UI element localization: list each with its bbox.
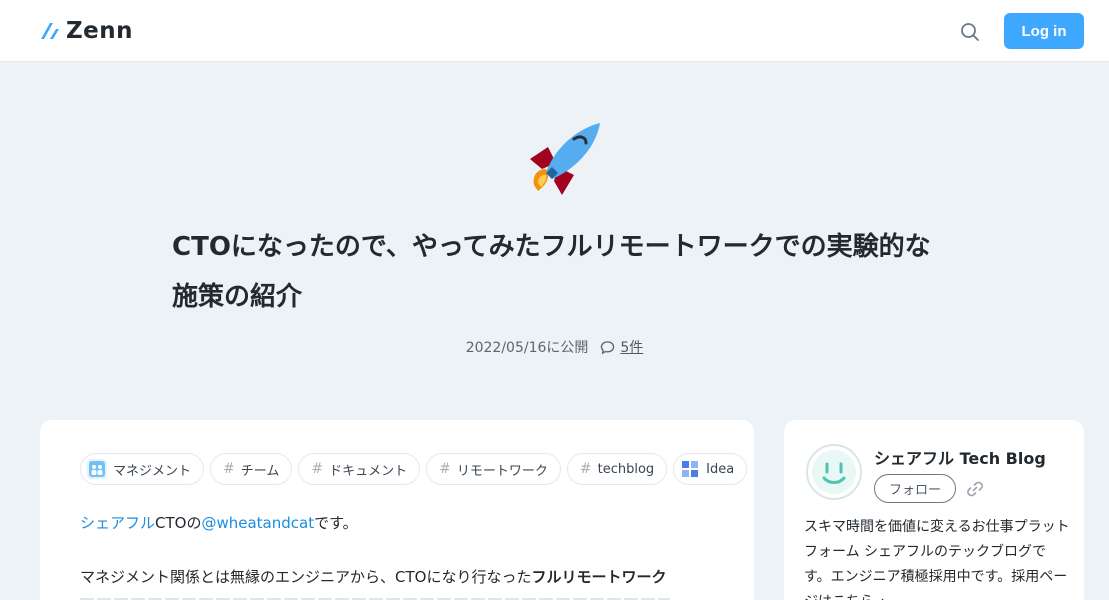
publication-avatar[interactable] xyxy=(806,444,862,500)
article-paragraph: マネジメント関係とは無縁のエンジニアから、CTOになり行なったフルリモートワーク xyxy=(80,566,720,588)
hash-icon: # xyxy=(579,461,592,477)
topic-list: マネジメント # チーム # ドキュメント # リモートワーク # techbl… xyxy=(80,453,748,485)
topic-remote-work[interactable]: # リモートワーク xyxy=(426,453,561,485)
topic-document[interactable]: # ドキュメント xyxy=(298,453,421,485)
topic-label: techblog xyxy=(597,461,655,477)
published-date: 2022/05/16に公開 xyxy=(465,340,589,356)
company-link[interactable]: シェアフル xyxy=(80,514,155,532)
paragraph-bold: フルリモートワーク xyxy=(531,568,667,586)
comments-link[interactable]: 5件 xyxy=(620,337,643,357)
paragraph-continuation xyxy=(80,592,720,600)
search-button[interactable] xyxy=(958,20,982,44)
intro-suffix: です。 xyxy=(314,514,358,532)
topic-label: チーム xyxy=(240,463,280,479)
topic-idea[interactable]: Idea xyxy=(673,453,748,485)
logo-text: Zenn xyxy=(66,18,134,44)
topic-team[interactable]: # チーム xyxy=(210,453,293,485)
management-topic-icon xyxy=(87,459,107,479)
site-header: Zenn Log in xyxy=(0,0,1109,62)
topic-label: リモートワーク xyxy=(456,463,548,479)
idea-topic-icon xyxy=(680,459,700,479)
publication-name[interactable]: シェアフル Tech Blog xyxy=(874,445,1046,469)
zenn-logo[interactable]: Zenn xyxy=(40,18,134,44)
rocket-emoji-icon xyxy=(524,121,602,199)
article-title: CTOになったので、やってみたフルリモートワークでの実験的な施策の紹介 xyxy=(172,232,931,312)
article-body-card: マネジメント # チーム # ドキュメント # リモートワーク # techbl… xyxy=(40,420,754,600)
author-handle-link[interactable]: @wheatandcat xyxy=(201,514,314,532)
comments-count[interactable]: 5件 xyxy=(600,337,643,357)
topic-label: Idea xyxy=(706,461,735,477)
topic-techblog[interactable]: # techblog xyxy=(566,453,668,485)
search-icon xyxy=(961,23,979,41)
topic-management[interactable]: マネジメント xyxy=(80,453,205,485)
follow-button[interactable]: フォロー xyxy=(874,474,956,503)
topic-label: マネジメント xyxy=(113,463,192,479)
smile-logo-icon xyxy=(812,450,856,494)
hash-icon: # xyxy=(311,461,324,477)
hash-icon: # xyxy=(223,461,235,477)
publication-description: スキマ時間を価値に変えるお仕事プラットフォーム シェアフルのテックブログです。エ… xyxy=(804,519,1070,600)
zenn-logo-icon xyxy=(41,23,59,39)
link-icon xyxy=(967,481,983,497)
login-button[interactable]: Log in xyxy=(1004,13,1084,49)
article-intro: シェアフルCTOの@wheatandcatです。 xyxy=(80,512,358,534)
paragraph-text: マネジメント関係とは無縁のエンジニアから、CTOになり行なった xyxy=(80,568,532,586)
hash-icon: # xyxy=(439,461,451,477)
topic-label: ドキュメント xyxy=(329,463,408,479)
comment-icon xyxy=(601,340,615,354)
link-button[interactable] xyxy=(964,478,986,500)
article-meta: 2022/05/16に公開 5件 xyxy=(0,337,1109,357)
publication-card: シェアフル Tech Blog フォロー スキマ時間を価値に変えるお仕事プラット… xyxy=(784,420,1084,600)
intro-role: CTOの xyxy=(155,514,202,532)
